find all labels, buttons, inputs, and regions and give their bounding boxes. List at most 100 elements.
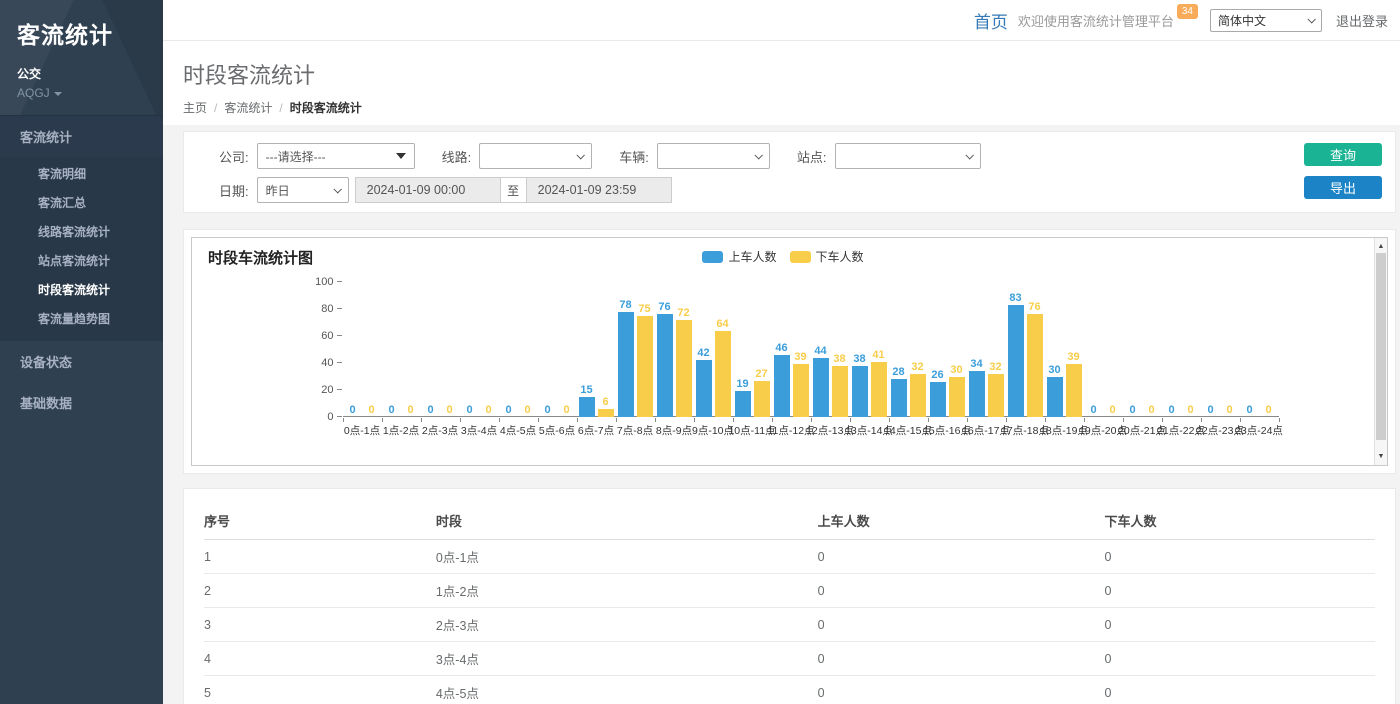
bar-group: 3432	[967, 282, 1006, 417]
bar-group: 00	[460, 282, 499, 417]
bar-value-label: 6	[602, 396, 608, 408]
bar-value-label: 0	[505, 404, 511, 416]
date-to-input[interactable]: 2024-01-09 23:59	[526, 177, 672, 203]
bar-value-label: 28	[892, 366, 904, 378]
table-row: 21点-2点00	[204, 574, 1375, 608]
chart-scrollbar[interactable]: ▲ ▼	[1374, 238, 1387, 465]
station-select[interactable]	[835, 143, 981, 169]
stats-table: 序号时段上车人数下车人数 10点-1点0021点-2点0032点-3点0043点…	[204, 501, 1375, 704]
bar-series-0: 44	[813, 282, 829, 417]
bar-group: 00	[538, 282, 577, 417]
axis-tick	[1123, 418, 1124, 422]
bar-group: 00	[499, 282, 538, 417]
bar-value-label: 75	[638, 303, 650, 315]
sidebar-item[interactable]: 基础数据	[0, 382, 163, 423]
export-button[interactable]: 导出	[1304, 176, 1382, 199]
bar-value-label: 38	[853, 353, 865, 365]
scroll-up-arrow-icon[interactable]: ▲	[1375, 240, 1387, 253]
chevron-down-icon	[965, 151, 973, 159]
y-tick-mark	[337, 362, 342, 363]
page-title: 时段客流统计	[183, 58, 1400, 90]
company-filter: 公司: ---请选择---	[219, 143, 415, 169]
bar-group: 46 39	[772, 282, 811, 417]
table-cell: 0点-1点	[436, 540, 818, 574]
home-link[interactable]: 首页	[974, 8, 1008, 33]
company-value: ---请选择---	[266, 148, 326, 165]
query-button[interactable]: 查询	[1304, 143, 1382, 166]
bar-series-1: 0	[442, 282, 458, 417]
bar-series-1: 39	[793, 282, 809, 417]
bar-series-0: 46	[774, 282, 790, 417]
bar-value-label: 39	[1067, 351, 1079, 363]
sidebar-subitem[interactable]: 线路客流统计	[0, 217, 163, 246]
filter-row-2: 日期: 昨日 2024-01-09 00:00 至 2024-01-09 23:…	[219, 177, 1375, 203]
bar-group: 7672	[655, 282, 694, 417]
breadcrumb-item[interactable]: 客流统计	[224, 101, 272, 115]
bar	[930, 382, 946, 417]
bar-series-1: 72	[676, 282, 692, 417]
sidebar-item[interactable]: 设备状态	[0, 341, 163, 382]
breadcrumb-item[interactable]: 主页	[183, 101, 207, 115]
sidebar-item[interactable]: 客流统计	[0, 115, 163, 157]
bar-group: 1927	[733, 282, 772, 417]
vehicle-select[interactable]	[657, 143, 770, 169]
table-cell: 4	[204, 642, 436, 676]
bar-group: 8376	[1006, 282, 1045, 417]
sidebar-subitem[interactable]: 客流量趋势图	[0, 304, 163, 333]
axis-tick	[421, 418, 422, 422]
y-tick-label: 100	[315, 276, 333, 288]
bar	[1008, 305, 1024, 417]
logout-link[interactable]: 退出登录	[1336, 11, 1388, 30]
bar-series-1: 76	[1027, 282, 1043, 417]
scroll-down-arrow-icon[interactable]: ▼	[1375, 450, 1387, 463]
notification-badge[interactable]: 34	[1177, 4, 1198, 19]
table-cell: 3	[204, 608, 436, 642]
bar	[813, 358, 829, 417]
date-preset-select[interactable]: 昨日	[257, 177, 349, 203]
axis-tick	[382, 418, 383, 422]
bar-series-1: 64	[715, 282, 731, 417]
x-tick-label: 23点-24点	[1240, 423, 1279, 438]
user-dropdown[interactable]: AQGJ	[17, 86, 163, 100]
bar-value-label: 32	[911, 361, 923, 373]
y-tick-label: 60	[321, 330, 333, 342]
welcome-text: 欢迎使用客流统计管理平台	[1018, 11, 1174, 30]
date-from-input[interactable]: 2024-01-09 00:00	[355, 177, 501, 203]
x-tick-label: 15点-16点	[928, 423, 967, 438]
bar-series-1: 75	[637, 282, 653, 417]
breadcrumb-separator: /	[214, 101, 217, 115]
sidebar-subitem[interactable]: 时段客流统计	[0, 275, 163, 304]
bar-value-label: 39	[794, 351, 806, 363]
sidebar-subitem[interactable]: 站点客流统计	[0, 246, 163, 275]
date-to-separator: 至	[500, 177, 527, 203]
company-select[interactable]: ---请选择---	[257, 143, 415, 169]
bar	[852, 366, 868, 417]
chart-legend: 上车人数下车人数	[192, 248, 1374, 265]
legend-label: 下车人数	[816, 248, 864, 265]
table-cell: 4点-5点	[436, 676, 818, 704]
chevron-down-icon	[754, 151, 762, 159]
bar-group: 78 75	[616, 282, 655, 417]
axis-tick	[1084, 418, 1085, 422]
bar-series-1: 0	[559, 282, 575, 417]
axis-tick	[850, 418, 851, 422]
table-cell: 1点-2点	[436, 574, 818, 608]
filter-row-1: 公司: ---请选择--- 线路: 车辆:	[219, 143, 1375, 169]
bar-series-0: 78	[618, 282, 634, 417]
bar	[1047, 377, 1063, 418]
bar	[793, 364, 809, 417]
bar-group: 4438	[811, 282, 850, 417]
sidebar-subitem[interactable]: 客流明细	[0, 159, 163, 188]
bar-value-label: 0	[1148, 404, 1154, 416]
bar-group: 00	[421, 282, 460, 417]
language-select[interactable]: 简体中文	[1210, 9, 1322, 32]
axis-tick	[460, 418, 461, 422]
bar-series-0: 19	[735, 282, 751, 417]
scrollbar-thumb[interactable]	[1376, 253, 1386, 440]
line-select[interactable]	[479, 143, 592, 169]
sidebar-subitem[interactable]: 客流汇总	[0, 188, 163, 217]
user-name: AQGJ	[17, 86, 50, 100]
axis-tick	[1240, 418, 1241, 422]
sidebar-nav: 客流统计客流明细客流汇总线路客流统计站点客流统计时段客流统计客流量趋势图设备状态…	[0, 115, 163, 423]
y-tick-mark	[337, 281, 342, 282]
